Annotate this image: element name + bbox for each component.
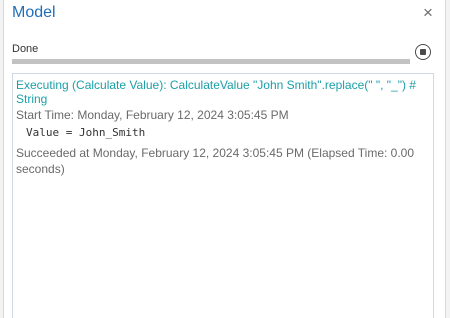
stop-icon-square xyxy=(419,48,426,55)
start-time-message: Start Time: Monday, February 12, 2024 3:… xyxy=(16,108,289,122)
progress-bar-fill xyxy=(12,59,410,64)
model-window: Model × Done Executing (Calculate Value)… xyxy=(0,0,450,318)
background-window-edge-left xyxy=(0,0,4,318)
window-scrollbar-edge[interactable] xyxy=(445,0,450,318)
window-title: Model xyxy=(12,4,56,21)
messages-panel[interactable]: Executing (Calculate Value): CalculateVa… xyxy=(12,73,434,318)
value-output: Value = John_Smith xyxy=(26,126,146,139)
stop-icon[interactable] xyxy=(415,44,431,60)
executing-message: Executing (Calculate Value): CalculateVa… xyxy=(16,78,416,106)
progress-status-label: Done xyxy=(12,43,39,55)
close-icon[interactable]: × xyxy=(418,3,438,23)
succeeded-message: Succeeded at Monday, February 12, 2024 3… xyxy=(16,146,415,176)
progress-bar xyxy=(12,59,410,64)
